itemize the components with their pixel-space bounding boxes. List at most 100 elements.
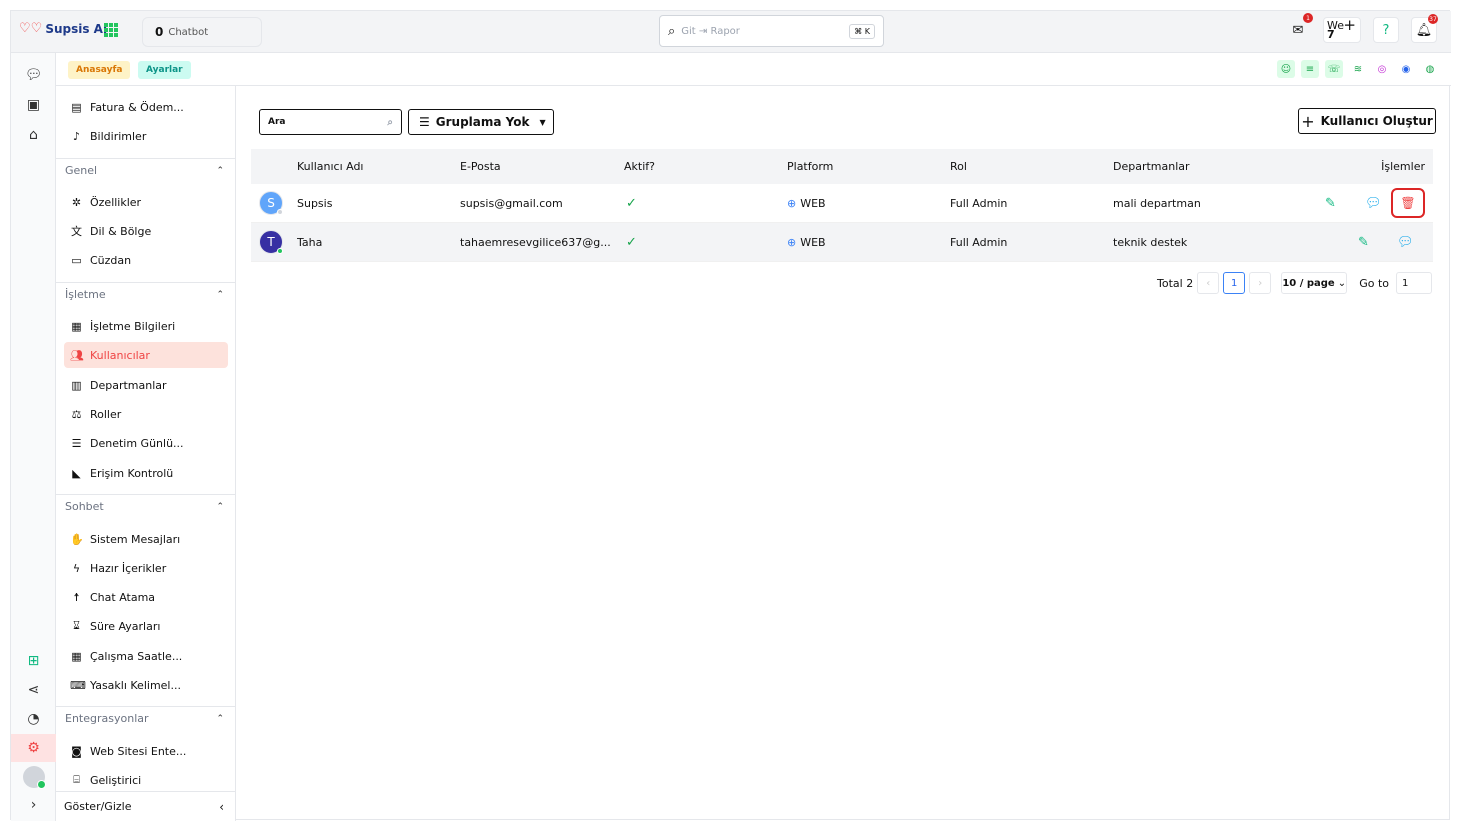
wifi-lock-icon: ◣ [72, 466, 81, 480]
sidebar-item-working-hours[interactable]: ▦ Çalışma Saatle... [64, 643, 228, 669]
grouping-dropdown[interactable]: ☰ Gruplama Yok ▼ [408, 109, 554, 135]
edit-icon[interactable]: ✎ [1358, 235, 1369, 250]
column-header-departments[interactable]: Departmanlar [1113, 149, 1190, 184]
pagination-total: Total 2 [1157, 276, 1194, 290]
notifications-badge: 37 [1428, 14, 1438, 24]
breadcrumb-home[interactable]: Anasayfa [68, 61, 131, 79]
sidebar-item-label: Kullanıcılar [90, 348, 150, 362]
chevron-up-icon: ⌃ [216, 289, 224, 300]
sidebar-item-business-info[interactable]: ▦ İşletme Bilgileri [64, 313, 228, 339]
sidebar-item-language[interactable]: 文 Dil & Bölge [64, 218, 228, 244]
grouping-label: Gruplama Yok [435, 115, 530, 129]
sidebar-item-wallet[interactable]: ▭ Cüzdan [64, 247, 228, 273]
sidebar-item-label: Web Sitesi Ente... [90, 744, 187, 758]
column-header-role[interactable]: Rol [950, 149, 967, 184]
rail-conversations[interactable]: 💬︎ [11, 61, 56, 89]
user-search-input[interactable]: Ara ⌕ [259, 109, 402, 135]
hourglass-icon: ⌛︎ [73, 619, 80, 632]
bot-channel-icon[interactable]: ☺ [1277, 60, 1295, 78]
chat-icon[interactable]: 💬︎ [1365, 196, 1382, 211]
page-button-current[interactable]: 1 [1223, 272, 1246, 294]
plus-icon: + [1343, 16, 1356, 34]
plus-icon: + [1301, 111, 1315, 131]
sidebar-item-users[interactable]: 👥︎ Kullanıcılar [64, 342, 228, 368]
sidebar-item-label: Cüzdan [90, 253, 132, 267]
prev-page-button[interactable]: ‹ [1197, 272, 1220, 294]
column-header-active[interactable]: Aktif? [624, 149, 655, 184]
chat-icon[interactable]: 💬︎ [1397, 235, 1414, 250]
sidebar-item-audit-log[interactable]: ☰ Denetim Günlü... [64, 430, 228, 456]
rail-expand[interactable]: › [11, 791, 56, 819]
whatsapp-icon[interactable]: ◍ [1421, 60, 1439, 78]
we-button[interactable]: We 7 + [1323, 17, 1361, 43]
mail-button[interactable]: ✉ 1 [1285, 13, 1313, 43]
status-dot [277, 209, 283, 215]
sidebar-item-chat-assignment[interactable]: ☨ Chat Atama [64, 584, 228, 610]
rail-inbox[interactable]: ⌂ [11, 121, 56, 149]
column-header-email[interactable]: E-Posta [460, 149, 501, 184]
apps-grid-icon[interactable] [104, 23, 118, 37]
sidebar-toggle[interactable]: Göster/Gizle ‹ [56, 791, 235, 821]
notifications-button[interactable]: 🔔︎ 37 [1411, 14, 1438, 43]
wifi-channel-icon[interactable]: ≋ [1349, 60, 1367, 78]
cell-department: mali departman [1113, 196, 1201, 210]
web-code-icon: ◙ [71, 744, 82, 758]
help-button[interactable]: ? [1373, 17, 1399, 43]
rail-dashboard[interactable]: ⊞ [11, 647, 56, 675]
sidebar-item-label: Yasaklı Kelimel... [90, 678, 181, 692]
edit-icon[interactable]: ✎ [1325, 196, 1336, 211]
top-right-actions: ✉ 1 We 7 + ? 🔔︎ 37 [1285, 13, 1438, 43]
sidebar-item-roles[interactable]: ⚖ Roller [64, 401, 228, 427]
rail-profile[interactable] [11, 763, 56, 791]
sidebar-group-general[interactable]: Genel ⌃ [56, 158, 235, 182]
sidebar-item-canned-responses[interactable]: ϟ Hazır İçerikler [64, 555, 228, 581]
channel-icons: ☺ ≡ ☏ ≋ ◎ ◉ ◍ [1277, 60, 1439, 78]
cell-username: Taha [297, 235, 323, 249]
breadcrumb-settings[interactable]: Ayarlar [138, 61, 191, 79]
chatbot-count: 0 [155, 25, 164, 39]
keyboard-icon: ⌨ [70, 678, 86, 692]
column-header-platform[interactable]: Platform [787, 149, 833, 184]
rail-contacts[interactable]: ▣ [11, 91, 56, 119]
instagram-icon[interactable]: ◎ [1373, 60, 1391, 78]
sidebar-item-time-settings[interactable]: ⌛︎ Süre Ayarları [64, 613, 228, 639]
create-user-label: Kullanıcı Oluştur [1320, 114, 1433, 128]
sidebar-item-banned-words[interactable]: ⌨ Yasaklı Kelimel... [64, 672, 228, 698]
rail-reports[interactable]: ◔ [11, 705, 56, 733]
sidebar-item-features[interactable]: ✲ Özellikler [64, 189, 228, 215]
sidebar-group-business[interactable]: İşletme ⌃ [56, 282, 235, 306]
sidebar-group-integrations[interactable]: Entegrasyonlar ⌃ [56, 706, 235, 730]
voice-channel-icon[interactable]: ☏ [1325, 60, 1343, 78]
messenger-icon[interactable]: ◉ [1397, 60, 1415, 78]
next-page-button[interactable]: › [1249, 272, 1272, 294]
left-rail: 💬︎ ▣ ⌂ ⊞ ⋖ ◔ ⚙ › [11, 53, 56, 821]
sidebar-item-developer[interactable]: ⌸ Geliştirici [64, 767, 228, 793]
sidebar-item-departments[interactable]: ▥ Departmanlar [64, 372, 228, 398]
create-user-button[interactable]: + Kullanıcı Oluştur [1298, 108, 1436, 134]
list-channel-icon[interactable]: ≡ [1301, 60, 1319, 78]
sidebar-item-label: Roller [90, 407, 122, 421]
page-size-select[interactable]: 10 / page ⌄ [1281, 272, 1348, 294]
chevron-up-icon: ⌃ [216, 501, 224, 512]
avatar: S [259, 191, 283, 215]
rail-settings[interactable]: ⚙ [11, 734, 56, 762]
rail-share[interactable]: ⋖ [11, 676, 56, 704]
sidebar-item-billing[interactable]: ▤ Fatura & Ödem... [64, 94, 228, 120]
goto-page-input[interactable]: 1 [1396, 272, 1432, 294]
app-logo[interactable]: ♡♡ Supsis Ai [19, 21, 107, 36]
invoice-icon: ▤ [71, 100, 82, 114]
sidebar-item-notifications[interactable]: ♪ Bildirimler [64, 123, 228, 149]
sidebar-item-access-control[interactable]: ◣ Erişim Kontrolü [64, 460, 228, 486]
chevron-up-icon: ⌃ [216, 713, 224, 724]
delete-icon[interactable]: 🗑︎ [1391, 188, 1425, 218]
sidebar-item-website-integration[interactable]: ◙ Web Sitesi Ente... [64, 738, 228, 764]
calendar-icon: ▦ [71, 649, 82, 663]
sidebar-group-chat[interactable]: Sohbet ⌃ [56, 494, 235, 518]
chatbot-counter[interactable]: 0 Chatbot [142, 17, 262, 47]
column-header-username[interactable]: Kullanıcı Adı [297, 149, 364, 184]
list-icon: ☰ [71, 436, 82, 450]
global-search[interactable]: ⌕ Git ⇥ Rapor ⌘ K [659, 15, 884, 47]
sidebar-item-system-messages[interactable]: ✋ Sistem Mesajları [64, 526, 228, 552]
cell-platform: WEB [800, 235, 826, 249]
table-row: S Supsis supsis@gmail.com ✓ ⊕ WEB Full A… [251, 184, 1433, 223]
